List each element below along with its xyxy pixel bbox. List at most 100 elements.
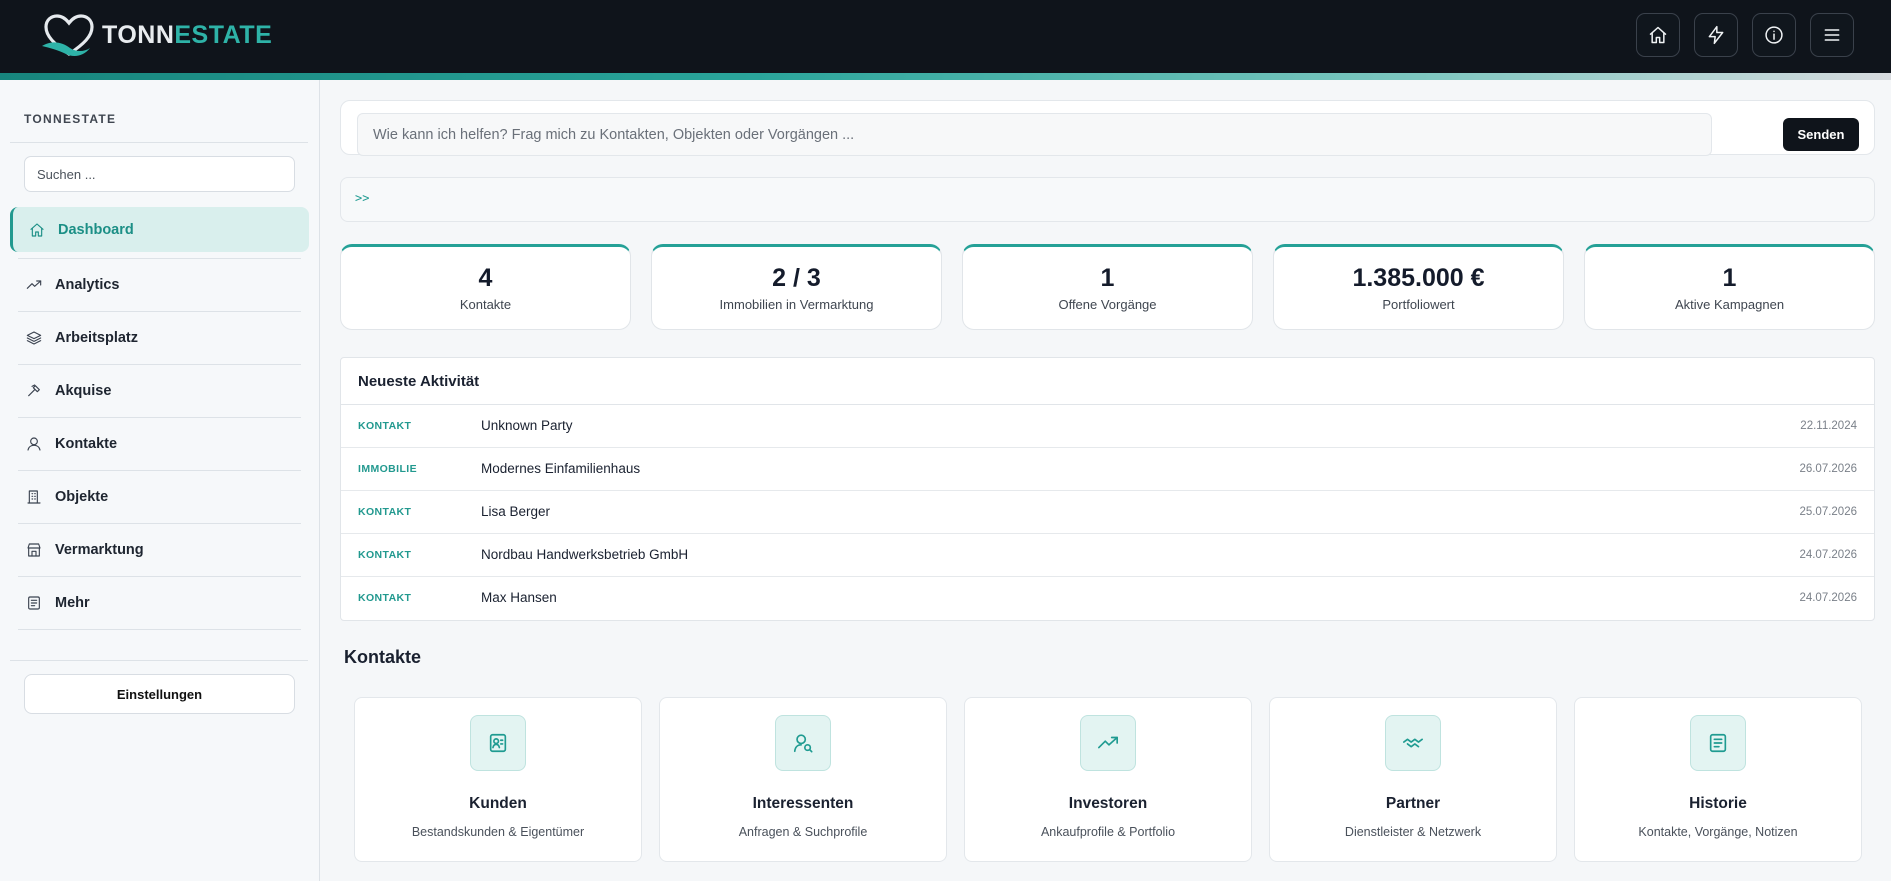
list-icon	[28, 596, 40, 610]
activity-type: KONTAKT	[358, 420, 412, 432]
sidebar-nav: Dashboard Analytics Arbeitsplatz Akquise…	[10, 207, 309, 630]
info-icon	[1765, 26, 1783, 44]
sidebar-item-dashboard[interactable]: Dashboard	[10, 207, 309, 252]
menu-icon	[1824, 29, 1840, 41]
contact-card-icon	[470, 715, 526, 771]
stat-card-immobilien[interactable]: 2 / 3 Immobilien in Vermarktung	[651, 244, 942, 330]
card-subtitle: Anfragen & Suchprofile	[738, 825, 868, 839]
quick-actions-button[interactable]	[1694, 13, 1738, 57]
home-icon	[30, 222, 44, 237]
settings-button[interactable]: Einstellungen	[24, 674, 295, 714]
activity-type: IMMOBILIE	[358, 463, 418, 475]
stat-value: 1	[1100, 264, 1115, 292]
home-icon	[1649, 26, 1667, 44]
logo-text: TONNESTATE	[102, 20, 273, 49]
assistant-input[interactable]	[357, 113, 1712, 156]
card-title: Interessenten	[752, 795, 854, 812]
logo[interactable]: TONNESTATE	[40, 12, 272, 58]
activity-row[interactable]: IMMOBILIE Modernes Einfamilienhaus 26.07…	[341, 448, 1874, 491]
stat-card-kampagnen[interactable]: 1 Aktive Kampagnen	[1584, 244, 1875, 330]
sidebar-item-label: Dashboard	[58, 221, 134, 238]
sidebar-item-label: Akquise	[55, 383, 112, 399]
category-card-investoren[interactable]: Investoren Ankaufprofile & Portfolio	[964, 697, 1252, 862]
category-card-partner[interactable]: Partner Dienstleister & Netzwerk	[1269, 697, 1557, 862]
stats-row: 4 Kontakte 2 / 3 Immobilien in Vermarktu…	[340, 244, 1875, 330]
lightning-icon	[1708, 25, 1724, 45]
stat-card-vorgaenge[interactable]: 1 Offene Vorgänge	[962, 244, 1253, 330]
card-title: Investoren	[1068, 795, 1148, 812]
sidebar-item-analytics[interactable]: Analytics	[18, 259, 301, 312]
activity-row[interactable]: KONTAKT Unknown Party 22.11.2024	[341, 405, 1874, 448]
activity-type: KONTAKT	[358, 506, 412, 518]
sidebar-item-label: Vermarktung	[55, 542, 144, 558]
logo-heart-icon	[42, 14, 94, 56]
stat-label: Immobilien in Vermarktung	[719, 297, 874, 312]
sidebar-item-label: Kontakte	[55, 436, 118, 452]
card-subtitle: Bestandskunden & Eigentümer	[411, 825, 585, 839]
activity-name: Max Hansen	[481, 590, 557, 605]
handshake-icon	[1385, 715, 1441, 771]
layers-icon	[26, 331, 42, 345]
activity-row[interactable]: KONTAKT Max Hansen 24.07.2026	[341, 577, 1874, 620]
stat-label: Portfoliowert	[1382, 297, 1455, 312]
send-button[interactable]: Senden	[1783, 118, 1859, 151]
user-icon	[27, 437, 41, 451]
sidebar-item-label: Objekte	[55, 489, 109, 505]
activity-date: 26.07.2026	[1799, 463, 1857, 475]
activity-row[interactable]: KONTAKT Lisa Berger 25.07.2026	[341, 491, 1874, 534]
stat-card-portfoliowert[interactable]: 1.385.000 € Portfoliowert	[1273, 244, 1564, 330]
card-title: Partner	[1385, 795, 1441, 812]
stat-card-kontakte[interactable]: 4 Kontakte	[340, 244, 631, 330]
activity-date: 22.11.2024	[1800, 420, 1857, 432]
info-button[interactable]	[1752, 13, 1796, 57]
category-card-kunden[interactable]: Kunden Bestandskunden & Eigentümer	[354, 697, 642, 862]
divider	[10, 142, 308, 143]
contact-categories: Kunden Bestandskunden & Eigentümer Inter…	[354, 697, 1862, 862]
hammer-icon	[28, 384, 40, 397]
stat-value: 4	[478, 264, 493, 292]
sidebar-item-mehr[interactable]: Mehr	[18, 577, 301, 630]
sidebar-item-vermarktung[interactable]: Vermarktung	[18, 524, 301, 577]
activity-name: Lisa Berger	[481, 504, 551, 519]
activity-name: Nordbau Handwerksbetrieb GmbH	[481, 547, 689, 562]
card-subtitle: Ankaufprofile & Portfolio	[1040, 825, 1176, 839]
store-icon	[27, 543, 41, 557]
header-accent-line	[0, 73, 1891, 80]
sidebar-item-arbeitsplatz[interactable]: Arbeitsplatz	[18, 312, 301, 365]
card-subtitle: Kontakte, Vorgänge, Notizen	[1638, 825, 1798, 839]
assistant-panel: Senden	[340, 100, 1875, 156]
sidebar-item-label: Mehr	[55, 595, 90, 611]
card-title: Historie	[1689, 795, 1747, 812]
activity-name: Modernes Einfamilienhaus	[481, 461, 641, 476]
activity-title: Neueste Aktivität	[341, 358, 1874, 405]
activity-row[interactable]: KONTAKT Nordbau Handwerksbetrieb GmbH 24…	[341, 534, 1874, 577]
section-title: Kontakte	[344, 647, 422, 667]
activity-type: KONTAKT	[358, 549, 412, 561]
sidebar-item-objekte[interactable]: Objekte	[18, 471, 301, 524]
sidebar-item-akquise[interactable]: Akquise	[18, 365, 301, 418]
stat-value: 1.385.000 €	[1352, 264, 1485, 292]
stat-label: Aktive Kampagnen	[1674, 297, 1785, 312]
card-title: Kunden	[469, 795, 527, 812]
category-card-interessenten[interactable]: Interessenten Anfragen & Suchprofile	[659, 697, 947, 862]
activity-date: 24.07.2026	[1799, 592, 1857, 604]
activity-date: 25.07.2026	[1799, 506, 1857, 518]
category-card-historie[interactable]: Historie Kontakte, Vorgänge, Notizen	[1574, 697, 1862, 862]
sidebar-item-label: Analytics	[55, 277, 120, 293]
sidebar-brand-label: TONNESTATE	[24, 112, 117, 126]
sidebar-search-input[interactable]	[24, 156, 295, 192]
stat-value: 2 / 3	[772, 264, 821, 292]
prompt-marker: >>	[355, 191, 370, 205]
activity-panel: Neueste Aktivität KONTAKT Unknown Party …	[340, 357, 1875, 621]
card-subtitle: Dienstleister & Netzwerk	[1344, 825, 1482, 839]
trend-icon	[26, 280, 42, 289]
sidebar-item-label: Arbeitsplatz	[55, 330, 138, 346]
activity-name: Unknown Party	[481, 418, 573, 433]
menu-button[interactable]	[1810, 13, 1854, 57]
sidebar-item-kontakte[interactable]: Kontakte	[18, 418, 301, 471]
building-icon	[27, 490, 41, 504]
home-button[interactable]	[1636, 13, 1680, 57]
sidebar: TONNESTATE Dashboard Analytics Arbeitspl…	[0, 80, 320, 881]
stat-value: 1	[1722, 264, 1737, 292]
divider	[10, 660, 308, 661]
